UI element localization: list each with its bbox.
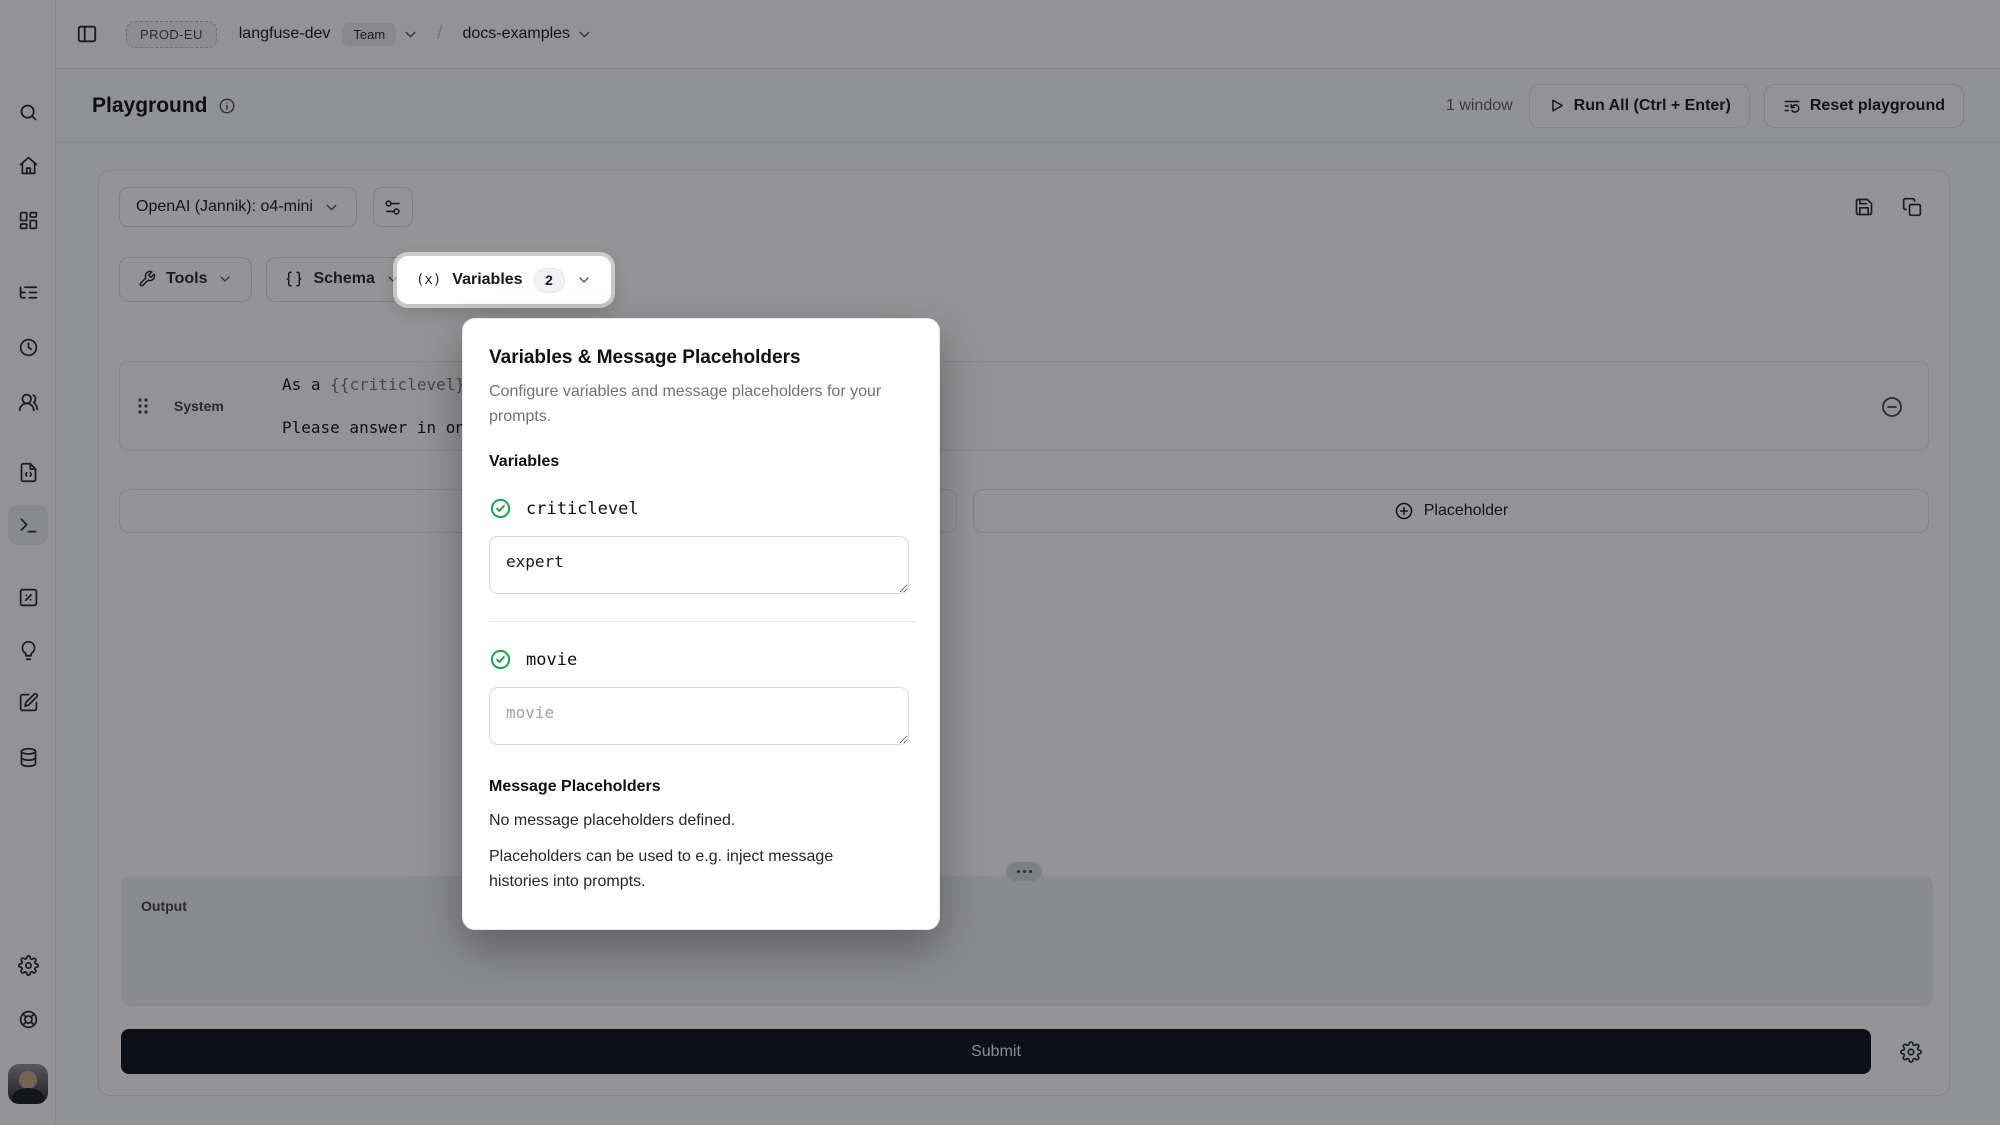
placeholders-heading: Message Placeholders [489, 778, 913, 796]
popover-description: Configure variables and message placehol… [489, 379, 889, 429]
circle-check-icon [489, 648, 512, 671]
variables-count-badge: 2 [534, 268, 565, 293]
placeholders-empty-text: No message placeholders defined. [489, 812, 913, 830]
placeholders-hint-text: Placeholders can be used to e.g. inject … [489, 844, 889, 894]
divider [489, 621, 917, 622]
function-variable-icon: (x) [416, 272, 441, 288]
variable-item: criticlevel [489, 497, 913, 520]
modal-overlay[interactable] [0, 0, 2000, 1125]
variables-heading: Variables [489, 453, 913, 471]
circle-check-icon [489, 497, 512, 520]
variable-item: movie [489, 648, 913, 671]
variable-value-input[interactable]: expert [489, 536, 909, 594]
variable-name: movie [526, 650, 577, 670]
variables-popover: Variables & Message Placeholders Configu… [462, 318, 940, 930]
variable-name: criticlevel [526, 499, 639, 519]
chevron-down-icon [576, 272, 592, 288]
popover-title: Variables & Message Placeholders [489, 347, 913, 369]
variable-value-input[interactable] [489, 687, 909, 745]
variables-dropdown[interactable]: (x) Variables 2 [397, 256, 611, 304]
